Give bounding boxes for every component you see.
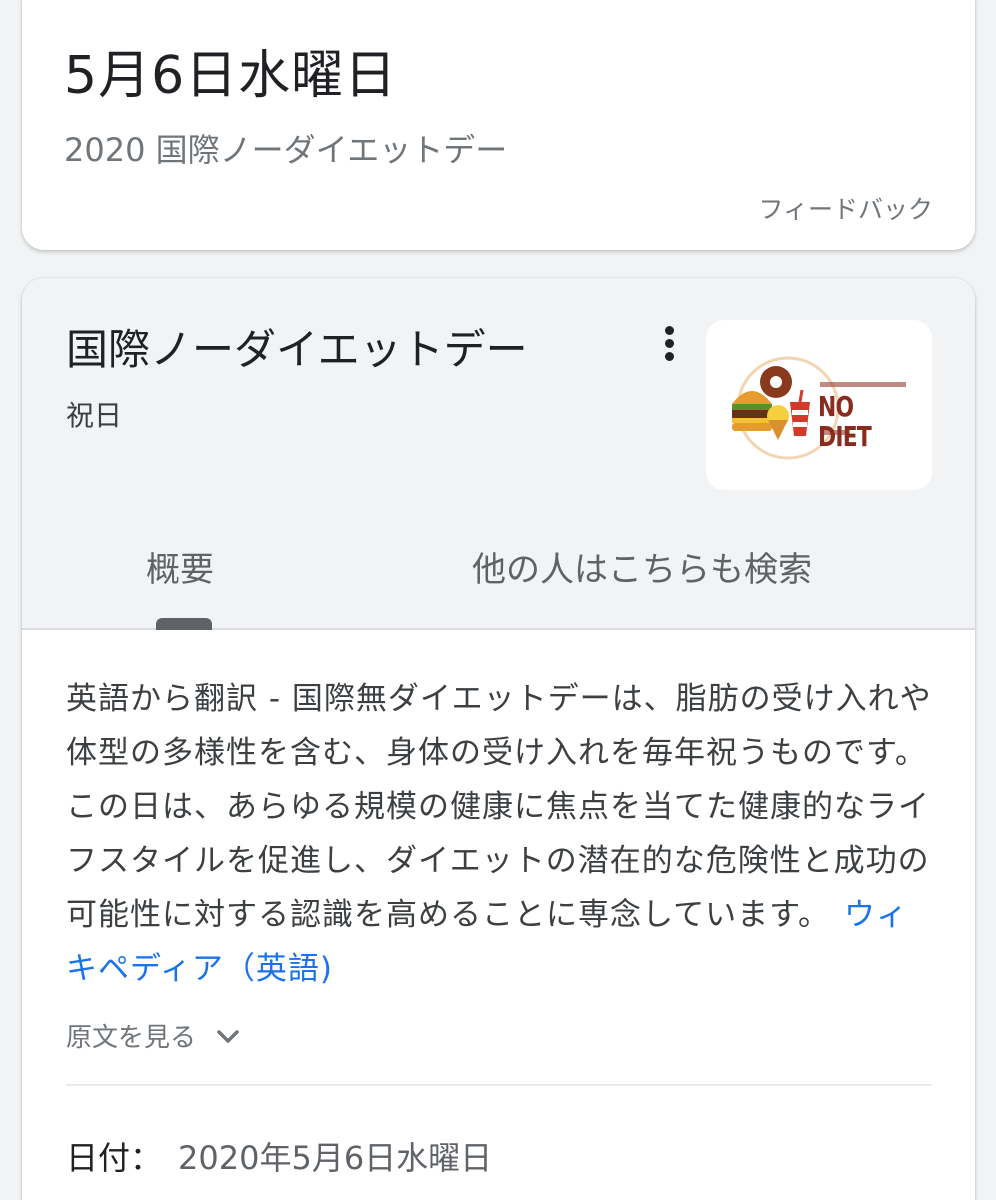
more-options-icon[interactable] <box>656 324 684 364</box>
show-original-button[interactable]: 原文を見る <box>66 1020 240 1056</box>
no-diet-day-logo-image[interactable]: NO DIET <box>706 320 932 490</box>
description-text: 英語から翻訳 - 国際無ダイエットデーは、脂肪の受け入れや体型の多様性を含む、身… <box>66 681 932 933</box>
divider <box>66 1084 932 1086</box>
logo-text: NO DIET <box>818 390 872 453</box>
tab-people-also-search[interactable]: 他の人はこちらも検索 <box>472 548 812 592</box>
knowledge-panel: 国際ノーダイエットデー 祝日 NO DIET 概要 他の人はこちらも検索 英語か… <box>22 278 975 1200</box>
feedback-link[interactable]: フィードバック <box>758 194 933 226</box>
date-answer-subtitle: 2020 国際ノーダイエットデー <box>64 131 508 169</box>
chevron-down-icon <box>216 1019 240 1055</box>
tab-overview[interactable]: 概要 <box>146 548 214 592</box>
selected-tab-indicator <box>156 618 212 630</box>
date-fact-label: 日付： <box>66 1139 163 1177</box>
knowledge-panel-header: 国際ノーダイエットデー 祝日 NO DIET 概要 他の人はこちらも検索 <box>22 278 975 630</box>
show-original-label: 原文を見る <box>66 1023 197 1053</box>
date-fact-row: 日付： 2020年5月6日水曜日 <box>66 1136 492 1180</box>
knowledge-panel-title: 国際ノーダイエットデー <box>66 325 528 374</box>
search-results-page: 5月6日水曜日 2020 国際ノーダイエットデー フィードバック 国際ノーダイエ… <box>0 0 996 1200</box>
date-answer-title: 5月6日水曜日 <box>64 46 398 106</box>
date-answer-card: 5月6日水曜日 2020 国際ノーダイエットデー フィードバック <box>22 0 975 250</box>
knowledge-panel-subtitle: 祝日 <box>66 399 123 432</box>
description-block: 英語から翻訳 - 国際無ダイエットデーは、脂肪の受け入れや体型の多様性を含む、身… <box>66 672 936 996</box>
date-fact-value: 2020年5月6日水曜日 <box>178 1139 493 1177</box>
